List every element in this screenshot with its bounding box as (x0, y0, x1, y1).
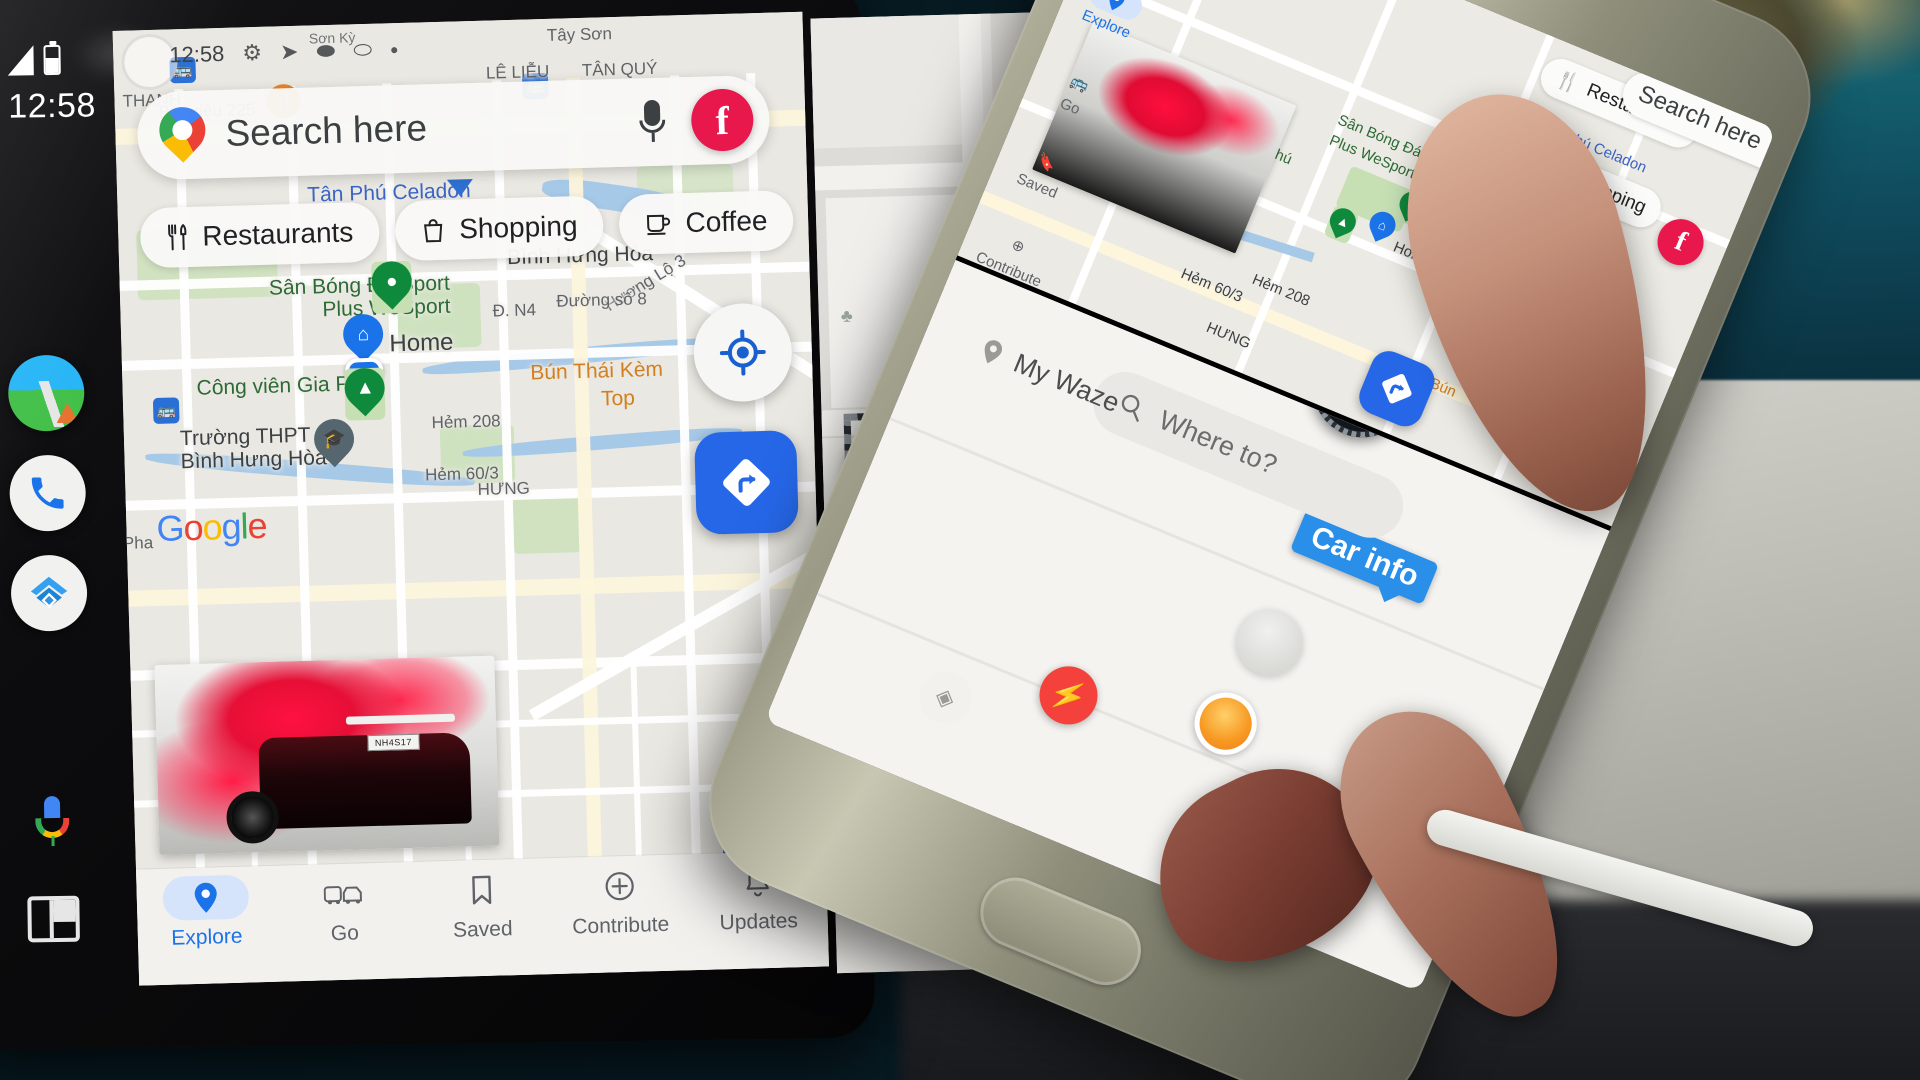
location-pin-icon (1109, 0, 1125, 11)
plus-circle-icon (605, 872, 634, 901)
turn-right-arrow-icon (1382, 374, 1412, 404)
coffee-cup-icon (647, 214, 671, 236)
google-maps-pin-icon (149, 97, 215, 163)
map-pin-park[interactable]: ▲ (336, 359, 393, 421)
transit-car-icon (323, 886, 362, 905)
nav-tab-go[interactable]: Go (274, 870, 414, 948)
chip-restaurants[interactable]: Restaurants (139, 201, 381, 269)
maps-navigation-app-icon[interactable] (7, 354, 85, 432)
headunit-status-bar: 12:58 (7, 38, 98, 126)
tree-marker: ♣ (840, 305, 853, 326)
chip-label: Shopping (458, 210, 578, 245)
transit-badge[interactable]: 🚌 (152, 397, 180, 425)
car-head-unit: 12:58 🚌 🚌 Sơn Kỳ THANH LÊ LIỄU TÂN QUÝ T… (0, 0, 1148, 1051)
navigation-arrow-icon[interactable]: ➤ (280, 39, 299, 66)
split-screen-toggle-icon[interactable] (15, 881, 92, 958)
license-plate: NH4S17 (367, 733, 420, 752)
headunit-clock: 12:58 (8, 86, 97, 126)
nav-tab-label: Explore (171, 924, 243, 950)
maps-statusbar-clock: 12:58 (168, 40, 225, 68)
search-input[interactable]: Search here (225, 102, 620, 155)
pin-icon: ⬭ (352, 36, 373, 63)
waze-app-icon[interactable] (10, 554, 88, 632)
celadon-marker-triangle (446, 179, 474, 197)
nav-tab-saved[interactable]: Saved (412, 866, 552, 944)
chip-coffee[interactable]: Coffee (618, 190, 795, 255)
fork-knife-icon (168, 223, 187, 251)
nav-tab-label: Contribute (572, 912, 670, 939)
signal-bars-icon (7, 45, 34, 76)
fork-knife-icon: 🍴 (1553, 68, 1583, 97)
chip-label: Restaurants (201, 216, 354, 252)
chip-label: Coffee (685, 204, 768, 239)
battery-icon (43, 44, 61, 76)
microphone-icon[interactable] (639, 98, 666, 147)
crosshair-icon (719, 329, 766, 376)
shopping-bag-icon (423, 219, 443, 243)
chip-shopping[interactable]: Shopping (394, 195, 605, 262)
pin-icon: ⬬ (316, 37, 336, 64)
dot-icon: ● (389, 41, 399, 58)
google-assistant-mic-icon[interactable] (14, 783, 91, 860)
google-watermark: Google (155, 504, 268, 549)
location-pin-icon (194, 882, 217, 913)
map-pin-wesport[interactable]: ● (363, 253, 420, 314)
car-photo-card[interactable]: NH4S17 (154, 655, 500, 856)
nav-tab-contribute[interactable]: Contribute (550, 862, 690, 940)
nav-tab-explore[interactable]: Explore (136, 874, 276, 952)
screenshot-root: 12:58 🚌 🚌 Sơn Kỳ THANH LÊ LIỄU TÂN QUÝ T… (0, 0, 1920, 1080)
account-avatar[interactable]: f (690, 88, 755, 152)
maps-search-bar[interactable]: Search here f (136, 74, 771, 181)
nav-tab-label: Saved (452, 917, 513, 942)
gear-icon[interactable]: ⚙ (242, 40, 262, 67)
nav-tab-label: Go (330, 921, 360, 946)
maps-bottom-nav: Explore Go Saved Contribute Updates (136, 850, 829, 986)
turn-right-arrow-icon (723, 459, 770, 506)
bookmark-icon (472, 875, 492, 905)
nav-tab-label: Updates (719, 909, 799, 935)
map-pin-school[interactable]: 🎓 (305, 410, 363, 471)
app-rail (7, 354, 101, 979)
phone-app-icon[interactable] (9, 454, 87, 532)
start-navigation-fab[interactable] (694, 430, 799, 535)
